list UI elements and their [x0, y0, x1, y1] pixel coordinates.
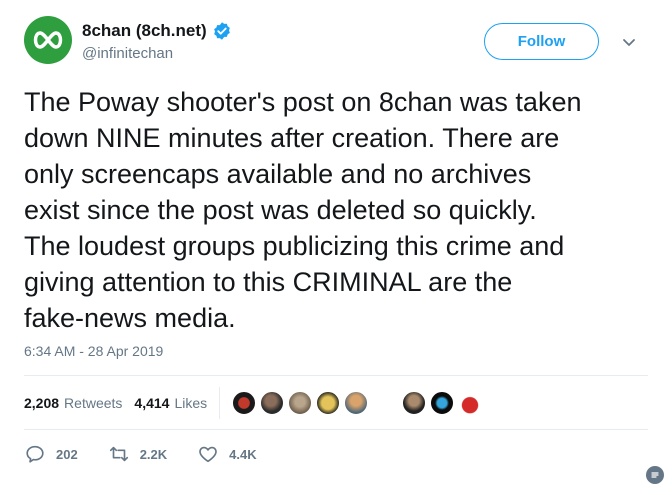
tweet-line: giving attention to this CRIMINAL are th…	[24, 267, 513, 297]
infinity-logo-icon	[33, 31, 63, 49]
tweet-timestamp[interactable]: 6:34 AM - 28 Apr 2019	[24, 343, 163, 359]
user-handle[interactable]: @infinitechan	[82, 44, 232, 64]
tweet-actions: 202 2.2K 4.4K	[24, 440, 287, 468]
retweets-label: Retweets	[64, 395, 123, 411]
liker-avatar[interactable]	[316, 391, 341, 415]
tweet-line: fake-news media.	[24, 303, 236, 333]
retweets-count: 2,208	[24, 395, 60, 411]
chevron-down-icon[interactable]	[620, 33, 638, 51]
display-name[interactable]: 8chan (8ch.net)	[82, 21, 207, 41]
tweet-line: The loudest groups publicizing this crim…	[24, 231, 565, 261]
tweet-text: The Poway shooter's post on 8chan was ta…	[24, 84, 654, 336]
divider	[24, 375, 648, 376]
retweet-button[interactable]: 2.2K	[108, 443, 167, 465]
retweets-stat[interactable]: 2,208 Retweets	[24, 395, 122, 411]
stats-separator	[219, 387, 221, 419]
like-button[interactable]: 4.4K	[197, 443, 257, 465]
tweet-line: exist since the post was deleted so quic…	[24, 195, 537, 225]
liker-avatar[interactable]	[458, 391, 483, 415]
likes-count: 4,414	[134, 395, 170, 411]
liker-avatar[interactable]	[344, 391, 369, 415]
retweet-count: 2.2K	[139, 446, 168, 462]
retweet-icon	[109, 446, 128, 462]
reply-button[interactable]: 202	[24, 443, 78, 465]
liker-avatar[interactable]	[260, 391, 285, 415]
message-icon[interactable]	[646, 466, 664, 484]
like-count: 4.4K	[229, 446, 257, 462]
avatar[interactable]	[24, 16, 72, 64]
likers-avatars	[232, 391, 486, 415]
tweet-header: 8chan (8ch.net) @infinitechan Follow	[24, 16, 648, 68]
follow-button[interactable]: Follow	[484, 23, 599, 60]
tweet-line: only screencaps available and no archive…	[24, 159, 532, 189]
verified-badge-icon	[213, 22, 230, 40]
user-names: 8chan (8ch.net) @infinitechan	[82, 21, 232, 64]
tweet-line: down NINE minutes after creation. There …	[24, 123, 560, 153]
liker-avatar[interactable]	[232, 391, 257, 415]
reply-count: 202	[56, 446, 78, 462]
reply-icon	[26, 445, 44, 463]
tweet-stats: 2,208 Retweets 4,414 Likes	[24, 383, 486, 423]
likes-stat[interactable]: 4,414 Likes	[134, 395, 207, 411]
lines-icon	[651, 472, 659, 478]
liker-avatar[interactable]	[430, 391, 455, 415]
liker-avatar[interactable]	[288, 391, 313, 415]
divider	[24, 429, 648, 430]
liker-avatar[interactable]	[402, 391, 427, 415]
heart-icon	[199, 446, 218, 463]
tweet-line: The Poway shooter's post on 8chan was ta…	[24, 87, 582, 117]
likes-label: Likes	[174, 395, 208, 411]
